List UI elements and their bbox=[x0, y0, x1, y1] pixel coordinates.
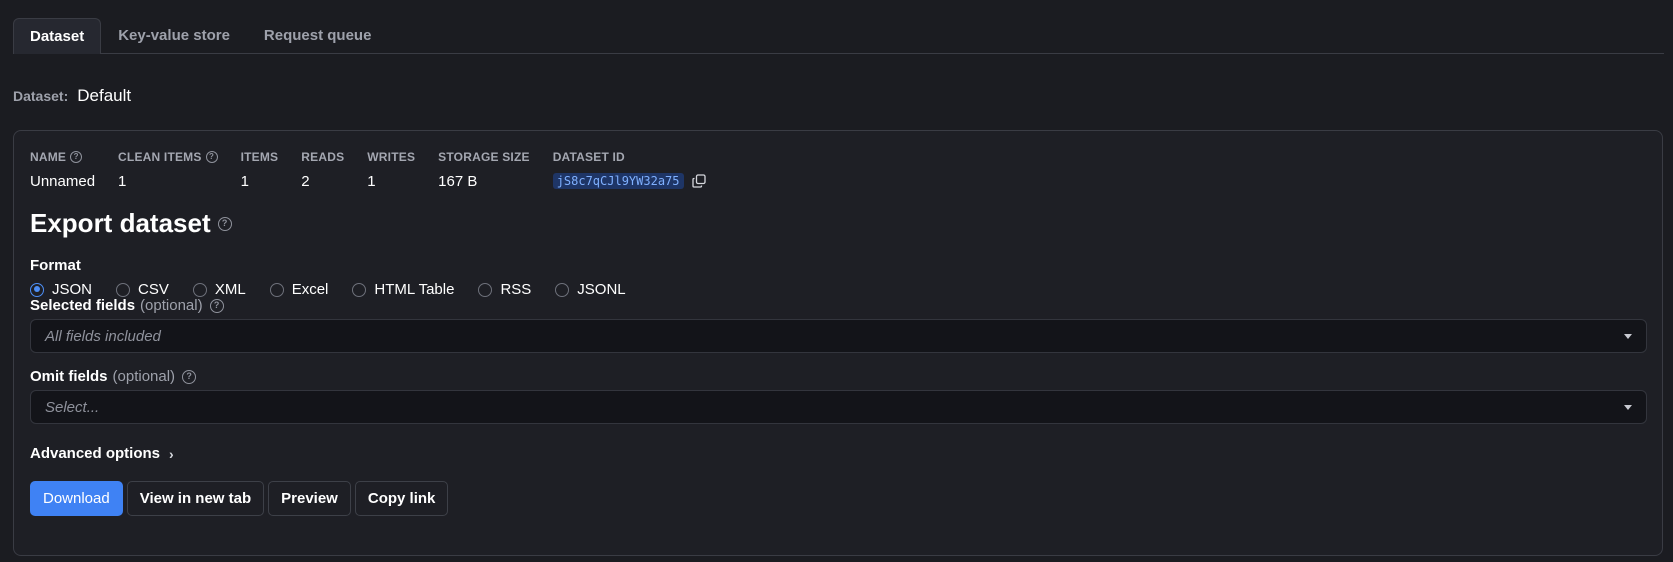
storage-tabs: Dataset Key-value store Request queue bbox=[13, 18, 1664, 54]
radio-icon[interactable] bbox=[478, 282, 493, 297]
stat-dataset-id-header: DATASET ID bbox=[552, 150, 625, 164]
stat-name-value: Unnamed bbox=[30, 172, 96, 190]
omit-fields-select[interactable]: Select... bbox=[30, 390, 1647, 424]
stat-writes: WRITES 1 bbox=[367, 149, 415, 191]
format-option-json[interactable]: JSON bbox=[30, 281, 92, 298]
format-radio-group: JSON CSV XML Excel HTML Table RSS JSONL bbox=[30, 281, 650, 298]
omit-fields-label: Omit fields (optional) ? bbox=[30, 368, 197, 385]
stat-writes-header: WRITES bbox=[367, 150, 416, 164]
omit-fields-placeholder: Select... bbox=[45, 398, 100, 416]
help-icon[interactable]: ? bbox=[182, 369, 197, 384]
format-option-excel[interactable]: Excel bbox=[269, 281, 328, 298]
tab-request-queue[interactable]: Request queue bbox=[247, 17, 389, 53]
format-option-jsonl[interactable]: JSONL bbox=[555, 281, 626, 298]
help-icon[interactable]: ? bbox=[205, 151, 218, 163]
stat-name-header: NAME bbox=[30, 150, 67, 164]
export-title-text: Export dataset bbox=[30, 208, 211, 238]
stat-storage-size: STORAGE SIZE 167 B bbox=[438, 149, 530, 191]
dataset-selector: Dataset: Default bbox=[13, 86, 131, 106]
stat-storage-size-header: STORAGE SIZE bbox=[438, 150, 530, 164]
dataset-stats: NAME? Unnamed CLEAN ITEMS? 1 ITEMS 1 REA… bbox=[30, 149, 729, 191]
stat-clean-items: CLEAN ITEMS? 1 bbox=[118, 149, 218, 191]
stat-storage-size-value: 167 B bbox=[438, 172, 478, 190]
radio-icon[interactable] bbox=[192, 282, 207, 297]
tab-key-value-store[interactable]: Key-value store bbox=[101, 17, 247, 53]
stat-clean-items-header: CLEAN ITEMS bbox=[118, 150, 202, 164]
caret-down-icon[interactable] bbox=[1624, 404, 1632, 410]
format-option-rss[interactable]: RSS bbox=[478, 281, 531, 298]
download-button[interactable]: Download bbox=[30, 481, 123, 516]
selected-fields-label: Selected fields (optional) ? bbox=[30, 297, 224, 314]
dataset-selector-label: Dataset: bbox=[13, 88, 69, 104]
copy-icon[interactable] bbox=[691, 174, 706, 188]
stat-reads-value: 2 bbox=[301, 172, 310, 190]
selected-fields-select[interactable]: All fields included bbox=[30, 319, 1647, 353]
stat-reads-header: READS bbox=[301, 150, 345, 164]
radio-icon[interactable] bbox=[555, 282, 570, 297]
radio-icon[interactable] bbox=[352, 282, 367, 297]
stat-dataset-id: DATASET ID jS8c7qCJl9YW32a75 bbox=[552, 149, 706, 191]
stat-reads: READS 2 bbox=[301, 149, 344, 191]
stat-items-header: ITEMS bbox=[240, 150, 279, 164]
export-title: Export dataset ? bbox=[30, 208, 232, 239]
help-icon[interactable]: ? bbox=[209, 298, 224, 313]
advanced-options-toggle[interactable]: Advanced options › bbox=[30, 445, 174, 462]
tab-dataset[interactable]: Dataset bbox=[13, 18, 102, 54]
view-in-new-tab-button[interactable]: View in new tab bbox=[126, 481, 265, 516]
dataset-id-value[interactable]: jS8c7qCJl9YW32a75 bbox=[552, 173, 684, 189]
preview-button[interactable]: Preview bbox=[268, 481, 351, 516]
stat-clean-items-value: 1 bbox=[118, 172, 127, 190]
stat-items-value: 1 bbox=[240, 172, 249, 190]
format-label: Format bbox=[30, 257, 81, 274]
export-actions: Download View in new tab Preview Copy li… bbox=[30, 481, 452, 516]
copy-link-button[interactable]: Copy link bbox=[354, 481, 449, 516]
stat-items: ITEMS 1 bbox=[241, 149, 279, 191]
format-option-html-table[interactable]: HTML Table bbox=[352, 281, 454, 298]
dataset-selector-value[interactable]: Default bbox=[77, 86, 131, 106]
dataset-card: NAME? Unnamed CLEAN ITEMS? 1 ITEMS 1 REA… bbox=[13, 130, 1663, 556]
format-option-xml[interactable]: XML bbox=[192, 281, 246, 298]
stat-name: NAME? Unnamed bbox=[30, 149, 95, 191]
selected-fields-placeholder: All fields included bbox=[45, 327, 161, 345]
help-icon[interactable]: ? bbox=[70, 151, 83, 163]
chevron-right-icon: › bbox=[169, 445, 174, 462]
caret-down-icon[interactable] bbox=[1624, 333, 1632, 339]
radio-icon[interactable] bbox=[269, 282, 284, 297]
format-option-csv[interactable]: CSV bbox=[116, 281, 169, 298]
help-icon[interactable]: ? bbox=[217, 216, 232, 231]
radio-icon[interactable] bbox=[116, 282, 131, 297]
stat-writes-value: 1 bbox=[367, 172, 376, 190]
radio-selected-icon[interactable] bbox=[30, 282, 44, 297]
